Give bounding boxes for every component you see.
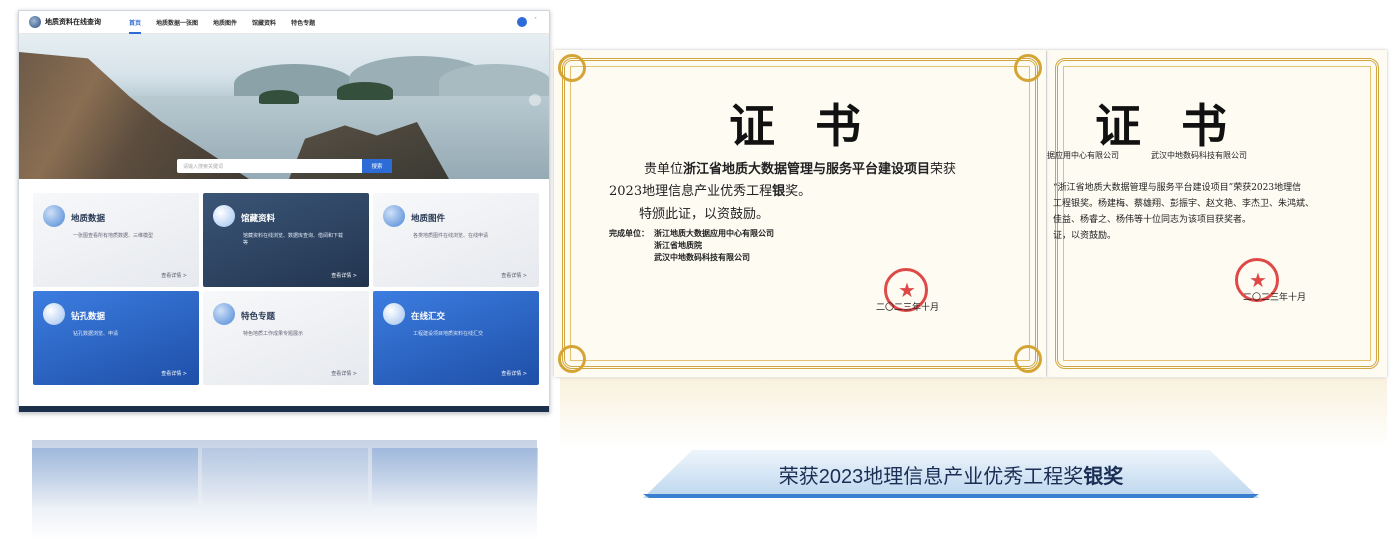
globe-icon	[43, 205, 65, 227]
submit-icon	[383, 303, 405, 325]
card-geo-data[interactable]: 地质数据 一张图查看所有地质数据、三维模型 查看详情 >	[33, 193, 199, 287]
nav-geo-map[interactable]: 地质数据一张图	[156, 18, 198, 27]
site-footer-bar	[19, 406, 549, 412]
reflection-block	[202, 448, 368, 508]
site-logo-icon	[29, 16, 41, 28]
card-title: 特色专题	[241, 312, 276, 322]
certificate-text-line: 工程银奖。杨建梅、蔡雄翔、彭振宇、赵文艳、李杰卫、朱鸿斌、	[1053, 199, 1315, 209]
card-title: 地质图件	[411, 214, 446, 224]
island	[259, 90, 299, 104]
site-title: 地质资料在线查询	[45, 18, 101, 26]
certificate-line-2: 2023地理信息产业优秀工程银奖。	[609, 180, 811, 199]
archive-icon	[213, 205, 235, 227]
card-desc: 各类地质图件在线浏览、在线申请	[413, 233, 489, 239]
nav-geo-drawings[interactable]: 地质图件	[213, 18, 237, 27]
line2-suffix: 奖。	[785, 184, 812, 199]
nav-special-topics[interactable]: 特色专题	[291, 18, 315, 27]
award-level: 银	[772, 184, 786, 199]
card-title: 钻孔数据	[71, 312, 106, 322]
certificate-date: 二〇二三年十月	[876, 303, 940, 313]
map-icon	[383, 205, 405, 227]
card-desc: 馆藏资料在线浏览、数据库查询、借阅和下载等	[243, 233, 344, 246]
banner-bold: 银奖	[1083, 465, 1124, 488]
card-desc: 工程建设项目地质资料在线汇交	[413, 331, 484, 337]
line1-suffix: 荣获	[930, 162, 957, 177]
unit-label: 完成单位：	[609, 228, 649, 238]
card-more-link[interactable]: 查看详情 >	[501, 272, 527, 279]
card-more-link[interactable]: 查看详情 >	[331, 272, 357, 279]
unit-name: 浙江地质大数据应用中心有限公司	[654, 228, 774, 238]
card-title: 地质数据	[71, 214, 106, 224]
card-more-link[interactable]: 查看详情 >	[161, 272, 187, 279]
certificate-title: 证书	[1095, 99, 1267, 153]
search-bar: 请输入搜索关键词 搜索	[177, 159, 392, 173]
banner-underline	[643, 494, 1259, 498]
corner-ornament-icon	[558, 345, 586, 373]
card-more-link[interactable]: 查看详情 >	[331, 370, 357, 377]
chevron-down-icon[interactable]: ˅	[534, 17, 537, 24]
certificate-title: 证书	[729, 99, 901, 153]
certificate-units: 据应用中心有限公司 武汉中地数码科技有限公司	[1047, 151, 1247, 160]
award-banner-text: 荣获2023地理信息产业优秀工程奖银奖	[779, 460, 1124, 489]
user-avatar-icon[interactable]	[517, 17, 527, 27]
certificate-text-line: 证，以资鼓励。	[1053, 231, 1117, 241]
card-desc: 钻孔数据浏览、申请	[73, 331, 119, 337]
hero-banner: 请输入搜索关键词 搜索	[19, 34, 549, 179]
corner-ornament-icon	[1014, 54, 1042, 82]
carousel-next-icon[interactable]	[529, 94, 541, 106]
unit-name: 浙江省地质院	[654, 240, 702, 250]
card-more-link[interactable]: 查看详情 >	[501, 370, 527, 377]
line2-prefix: 2023地理信息产业优秀工程	[609, 184, 773, 199]
card-desc: 特色地质工作成果专题展示	[243, 331, 304, 337]
nav-collection[interactable]: 馆藏资料	[252, 18, 276, 27]
magnifier-icon	[213, 303, 235, 325]
website-screenshot: 地质资料在线查询 首页 地质数据一张图 地质图件 馆藏资料 特色专题 ˅ 请输入…	[18, 10, 550, 413]
card-geo-drawings[interactable]: 地质图件 各类地质图件在线浏览、在线申请 查看详情 >	[373, 193, 539, 287]
search-input[interactable]: 请输入搜索关键词	[177, 163, 362, 170]
banner-prefix: 荣获2023地理信息产业优秀工程奖	[778, 465, 1084, 488]
certificate-line-1: 贵单位浙江省地质大数据管理与服务平台建设项目荣获	[644, 158, 956, 177]
certificate-line-3: 特颁此证，以资鼓励。	[639, 207, 770, 222]
card-more-link[interactable]: 查看详情 >	[161, 370, 187, 377]
card-special-topics[interactable]: 特色专题 特色地质工作成果专题展示 查看详情 >	[203, 291, 369, 385]
card-online-submit[interactable]: 在线汇交 工程建设项目地质资料在线汇交 查看详情 >	[373, 291, 539, 385]
reflection-block	[372, 448, 538, 508]
card-title: 在线汇交	[411, 312, 446, 322]
search-button[interactable]: 搜索	[362, 159, 392, 173]
card-title: 馆藏资料	[241, 214, 276, 224]
unit-name: 武汉中地数码科技有限公司	[654, 252, 750, 262]
certificate-text-line: “浙江省地质大数据管理与服务平台建设项目”荣获2023地理信	[1053, 183, 1302, 193]
line1-prefix: 贵单位	[644, 162, 684, 177]
corner-ornament-icon	[558, 54, 586, 82]
site-navbar: 地质资料在线查询 首页 地质数据一张图 地质图件 馆藏资料 特色专题 ˅	[19, 11, 549, 34]
nav-home[interactable]: 首页	[129, 18, 142, 34]
island	[337, 82, 393, 100]
certificate-back: 证书 据应用中心有限公司 武汉中地数码科技有限公司 “浙江省地质大数据管理与服务…	[1047, 50, 1387, 377]
project-name: 浙江省地质大数据管理与服务平台建设项目	[683, 162, 931, 177]
corner-ornament-icon	[1014, 345, 1042, 373]
card-desc: 一张图查看所有地质数据、三维模型	[73, 233, 154, 239]
feature-cards: 地质数据 一张图查看所有地质数据、三维模型 查看详情 > 馆藏资料 馆藏资料在线…	[33, 193, 539, 385]
certificate-text-line: 佳益、杨睿之、杨伟等十位同志为该项目获奖者。	[1053, 215, 1252, 225]
drill-icon	[43, 303, 65, 325]
reflection-block	[32, 448, 198, 508]
certificate-date: 二〇二三年十月	[1243, 293, 1307, 303]
certificate-reflection	[560, 378, 1387, 448]
award-banner: 荣获2023地理信息产业优秀工程奖银奖	[643, 450, 1259, 498]
certificate-front: 证书 贵单位浙江省地质大数据管理与服务平台建设项目荣获 2023地理信息产业优秀…	[554, 50, 1046, 377]
card-drilling[interactable]: 钻孔数据 钻孔数据浏览、申请 查看详情 >	[33, 291, 199, 385]
card-collection[interactable]: 馆藏资料 馆藏资料在线浏览、数据库查询、借阅和下载等 查看详情 >	[203, 193, 369, 287]
website-reflection	[32, 440, 538, 540]
